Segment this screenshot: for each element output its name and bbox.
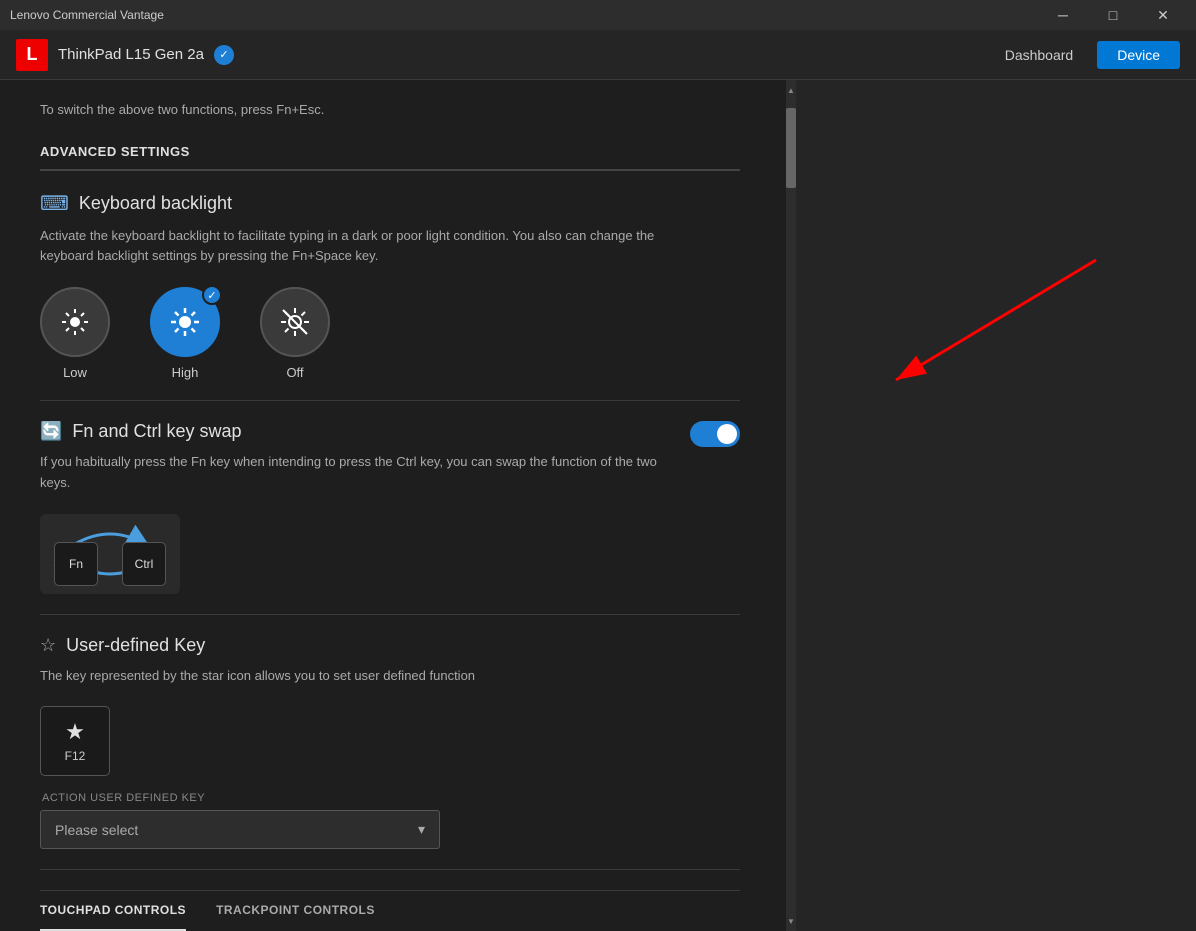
bottom-tabs: TOUCHPAD CONTROLS TRACKPOINT CONTROLS: [40, 890, 740, 931]
nav-buttons: Dashboard Device: [985, 41, 1180, 69]
content-area: To switch the above two functions, press…: [0, 80, 786, 931]
device-button[interactable]: Device: [1097, 41, 1180, 69]
fn-esc-note: To switch the above two functions, press…: [40, 100, 740, 120]
fn-ctrl-left: 🔄 Fn and Ctrl key swap If you habitually…: [40, 421, 670, 594]
backlight-off[interactable]: Off: [260, 287, 330, 380]
dropdown-value: Please select: [55, 822, 138, 838]
fn-ctrl-row: 🔄 Fn and Ctrl key swap If you habitually…: [40, 421, 740, 594]
titlebar-controls: ─ □ ✕: [1040, 0, 1186, 30]
backlight-low-icon: [59, 306, 91, 338]
logo: L: [16, 39, 48, 71]
divider-1: [40, 400, 740, 401]
backlight-off-label: Off: [286, 365, 303, 380]
dropdown-group: ACTION USER DEFINED KEY Please select ▾: [40, 792, 440, 849]
chevron-down-icon: ▾: [418, 821, 425, 838]
f12-key-image: ★ F12: [40, 706, 110, 776]
tab-trackpoint-controls[interactable]: TRACKPOINT CONTROLS: [216, 891, 375, 931]
user-defined-header: ☆ User-defined Key: [40, 635, 740, 656]
minimize-button[interactable]: ─: [1040, 0, 1086, 30]
backlight-off-icon: [279, 306, 311, 338]
dashboard-button[interactable]: Dashboard: [985, 41, 1094, 69]
titlebar-left: Lenovo Commercial Vantage: [10, 8, 164, 22]
main-layout: To switch the above two functions, press…: [0, 80, 1196, 931]
close-button[interactable]: ✕: [1140, 0, 1186, 30]
verified-badge: ✓: [214, 45, 234, 65]
scroll-down-arrow[interactable]: ▼: [786, 913, 796, 929]
device-name: ThinkPad L15 Gen 2a: [58, 46, 204, 63]
f12-star-icon: ★: [65, 719, 85, 745]
headerbar-left: L ThinkPad L15 Gen 2a ✓: [16, 39, 234, 71]
keyboard-backlight-title: Keyboard backlight: [79, 193, 232, 214]
fn-ctrl-section: 🔄 Fn and Ctrl key swap If you habitually…: [40, 421, 740, 594]
titlebar: Lenovo Commercial Vantage ─ □ ✕: [0, 0, 1196, 30]
divider-3: [40, 869, 740, 870]
app-title: Lenovo Commercial Vantage: [10, 8, 164, 22]
keyboard-backlight-header: ⌨ Keyboard backlight: [40, 191, 740, 216]
user-defined-desc: The key represented by the star icon all…: [40, 666, 700, 687]
toggle-knob: [717, 424, 737, 444]
headerbar: L ThinkPad L15 Gen 2a ✓ Dashboard Device: [0, 30, 1196, 80]
advanced-settings-title: ADVANCED SETTINGS: [40, 144, 740, 171]
high-check-badge: ✓: [202, 285, 222, 305]
user-defined-section: ☆ User-defined Key The key represented b…: [40, 635, 740, 850]
fn-ctrl-toggle[interactable]: [690, 421, 740, 447]
content-inner: To switch the above two functions, press…: [0, 80, 780, 931]
scrollbar-thumb[interactable]: [786, 108, 796, 188]
fn-ctrl-title: Fn and Ctrl key swap: [72, 421, 241, 442]
fn-swap-image: Fn Ctrl: [40, 514, 180, 594]
fn-key: Fn: [54, 542, 98, 586]
maximize-button[interactable]: □: [1090, 0, 1136, 30]
fn-ctrl-desc: If you habitually press the Fn key when …: [40, 452, 670, 494]
keyboard-backlight-desc: Activate the keyboard backlight to facil…: [40, 226, 700, 268]
tab-touchpad-controls[interactable]: TOUCHPAD CONTROLS: [40, 891, 186, 931]
keyboard-backlight-section: ⌨ Keyboard backlight Activate the keyboa…: [40, 191, 740, 381]
action-dropdown[interactable]: Please select ▾: [40, 810, 440, 849]
scroll-up-arrow[interactable]: ▲: [786, 82, 796, 98]
fn-ctrl-header: 🔄 Fn and Ctrl key swap: [40, 421, 670, 442]
keyboard-icon: ⌨: [40, 191, 69, 216]
divider-2: [40, 614, 740, 615]
f12-key-label: F12: [65, 749, 86, 763]
backlight-high[interactable]: ✓ High: [150, 287, 220, 380]
user-defined-title: User-defined Key: [66, 635, 205, 656]
backlight-low[interactable]: Low: [40, 287, 110, 380]
fn-ctrl-toggle-container: [690, 421, 740, 447]
backlight-low-circle: [40, 287, 110, 357]
backlight-high-icon: [169, 306, 201, 338]
backlight-options: Low: [40, 287, 740, 380]
right-panel: [796, 80, 1196, 931]
annotation-arrow: [816, 240, 1156, 440]
backlight-high-label: High: [172, 365, 199, 380]
star-icon: ☆: [40, 635, 56, 656]
sync-icon: 🔄: [40, 421, 62, 442]
backlight-low-label: Low: [63, 365, 87, 380]
dropdown-label: ACTION USER DEFINED KEY: [40, 792, 440, 804]
backlight-high-circle: ✓: [150, 287, 220, 357]
scrollbar[interactable]: ▲ ▼: [786, 80, 796, 931]
backlight-off-circle: [260, 287, 330, 357]
ctrl-key: Ctrl: [122, 542, 166, 586]
